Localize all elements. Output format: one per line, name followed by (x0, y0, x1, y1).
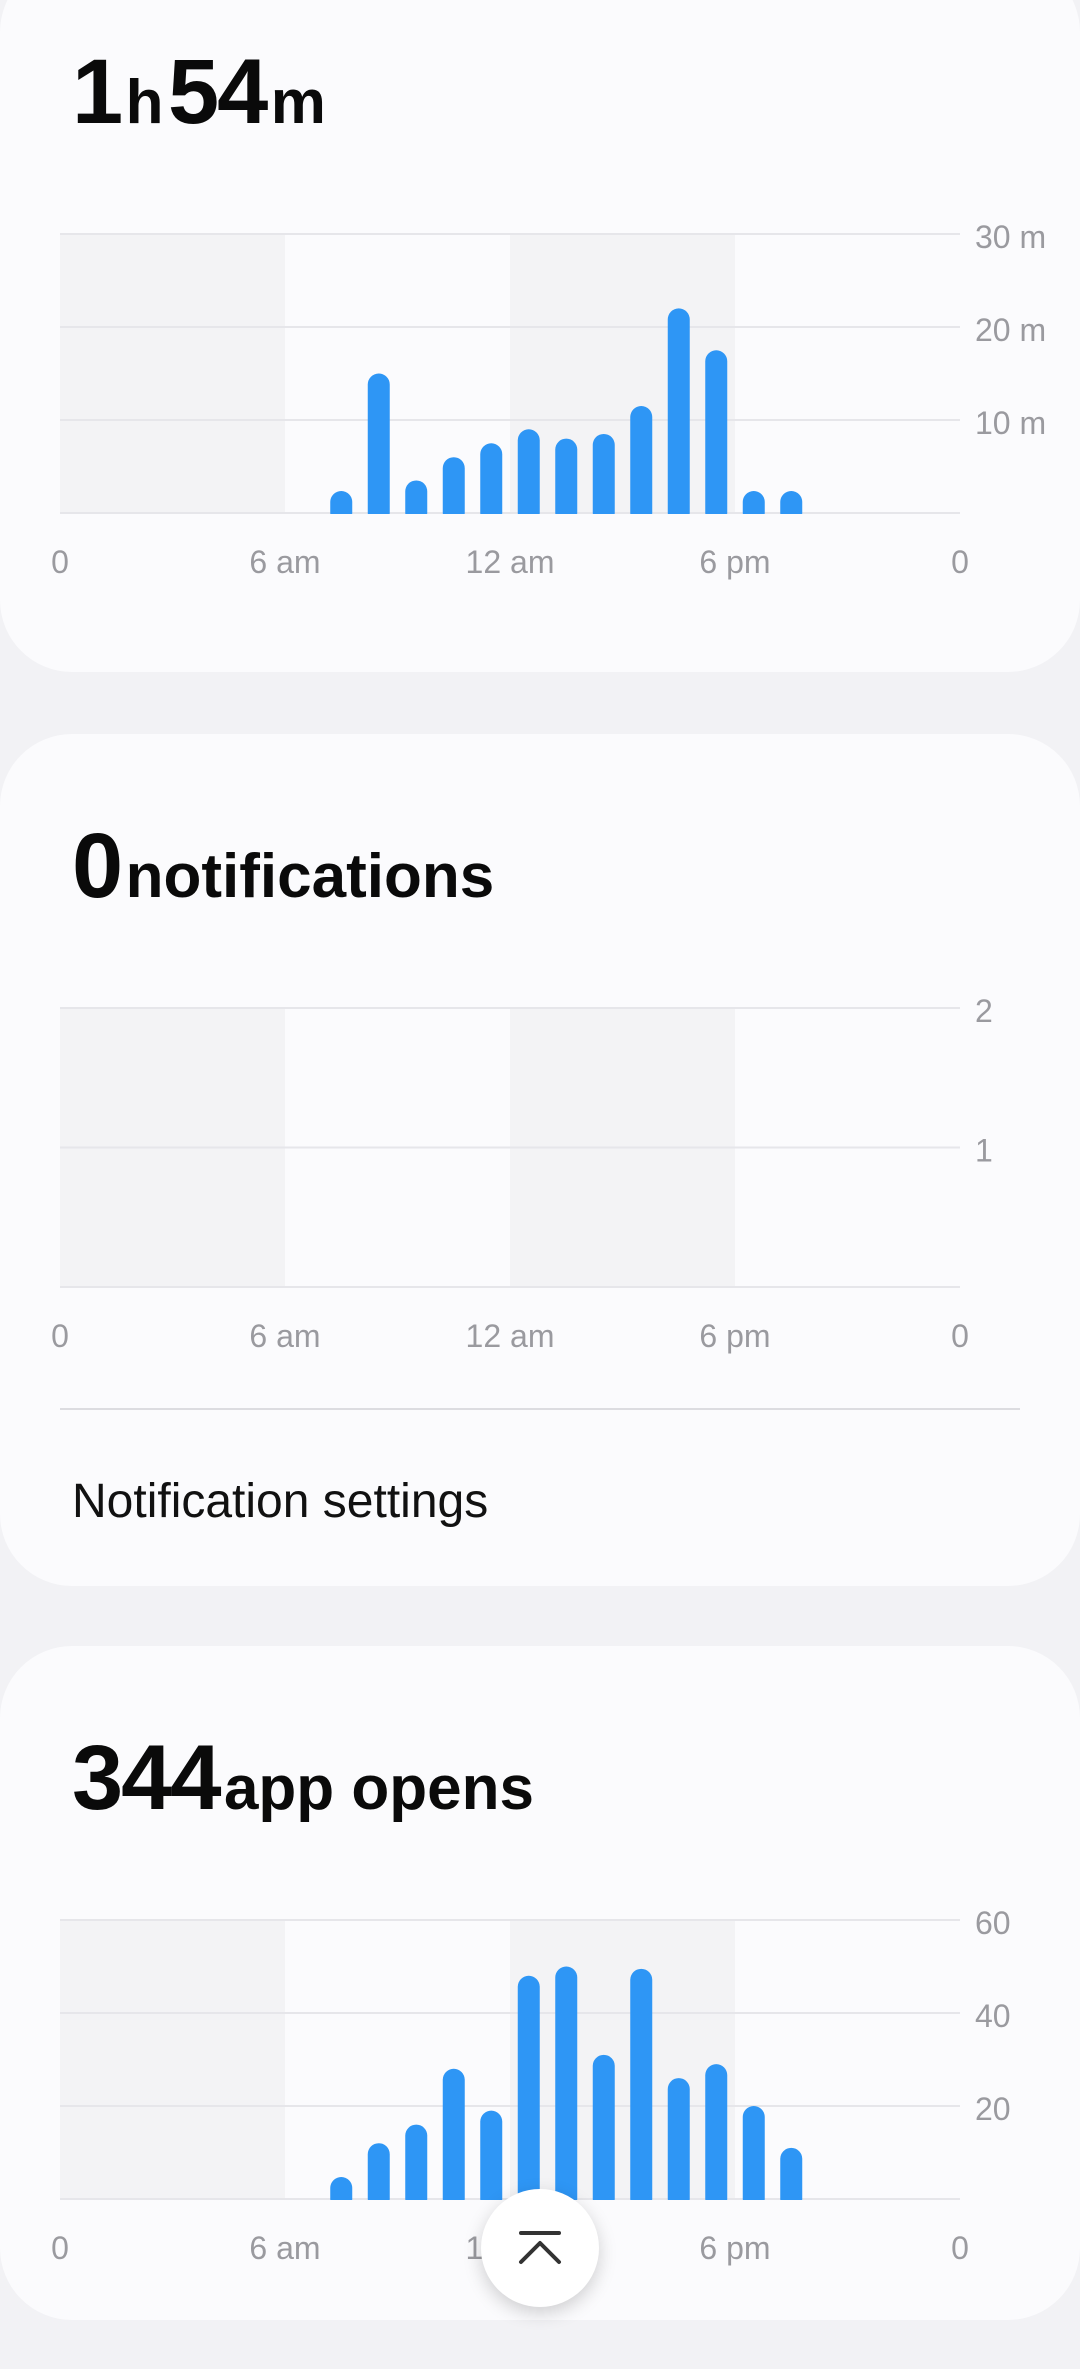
y-tick-label: 1 (975, 1133, 993, 1169)
x-tick-label: 12 am (466, 544, 555, 580)
app-opens-label: app opens (223, 1754, 534, 1823)
y-tick-label: 10 m (975, 405, 1046, 441)
divider (60, 1408, 1020, 1410)
shaded-band-1 (510, 234, 735, 513)
bar (480, 2110, 503, 2210)
hours-unit: h (125, 68, 164, 137)
bar (555, 438, 578, 524)
shaded-band-1 (510, 1920, 735, 2199)
shaded-band-0 (60, 234, 285, 513)
screen-time-total: 1 h 54 m (72, 40, 326, 145)
x-tick-label: 12 am (466, 1318, 555, 1354)
x-tick-label: 6 am (249, 1318, 320, 1354)
y-tick-label: 20 (975, 2091, 1011, 2127)
x-tick-label: 0 (51, 2230, 69, 2266)
notifications-count: 0 (72, 815, 123, 917)
minutes-unit: m (270, 68, 326, 137)
y-tick-label: 40 (975, 1998, 1011, 2034)
notifications-card: 0 notifications 2 1 0 6 am 12 am 6 pm 0 Notifi… (0, 734, 1080, 1586)
bar (592, 433, 615, 524)
chevron-up-to-top-icon (519, 2231, 561, 2264)
y-tick-label: 60 (975, 1905, 1011, 1941)
bar (705, 2064, 728, 2210)
y-tick-label: 20 m (975, 312, 1046, 348)
x-tick-label: 6 pm (699, 1318, 770, 1354)
x-tick-label: 6 pm (699, 2230, 770, 2266)
bar (667, 2078, 690, 2210)
x-tick-label: 6 pm (699, 544, 770, 580)
y-tick-label: 2 (975, 993, 993, 1029)
notifications-label: notifications (125, 842, 495, 911)
bar (742, 2106, 765, 2210)
bar (630, 1968, 653, 2210)
bar (442, 457, 465, 524)
bar (405, 2124, 428, 2210)
bar (555, 1966, 578, 2210)
shaded-band-0 (60, 1920, 285, 2199)
y-tick-label: 30 m (975, 219, 1046, 255)
x-tick-label: 0 (951, 544, 969, 580)
bar (480, 443, 503, 524)
app-opens-total: 344 app opens (72, 1726, 534, 1831)
notifications-chart: 2 1 0 6 am 12 am 6 pm 0 (51, 993, 993, 1354)
x-tick-label: 0 (51, 544, 69, 580)
x-tick-label: 0 (951, 2230, 969, 2266)
bar (367, 2143, 390, 2210)
bar (517, 1975, 540, 2210)
screen-time-chart: 30 m 20 m 10 m 0 6 am 12 am 6 pm 0 (51, 219, 1046, 580)
screen-time-card: 1 h 54 m 30 m 20 m 10 m 0 6 am 12 am 6 pm 0 (0, 0, 1080, 672)
notification-settings-link[interactable]: Notification settings (72, 1474, 488, 1529)
bar (705, 350, 728, 524)
x-tick-label: 6 am (249, 544, 320, 580)
bar (442, 2068, 465, 2210)
scroll-to-top-button[interactable] (481, 2189, 599, 2307)
x-tick-label: 6 am (249, 2230, 320, 2266)
minutes-value: 54 (167, 41, 268, 143)
baseline-mask (60, 514, 960, 528)
bar (630, 406, 653, 524)
notifications-total: 0 notifications (72, 814, 494, 919)
x-tick-label: 0 (951, 1318, 969, 1354)
bar (592, 2054, 615, 2210)
x-tick-label: 0 (51, 1318, 69, 1354)
baseline-mask (60, 1288, 960, 1302)
hours-value: 1 (72, 41, 123, 143)
bar (667, 308, 690, 524)
bar (517, 429, 540, 524)
app-opens-count: 344 (72, 1727, 221, 1829)
bar (367, 373, 390, 524)
